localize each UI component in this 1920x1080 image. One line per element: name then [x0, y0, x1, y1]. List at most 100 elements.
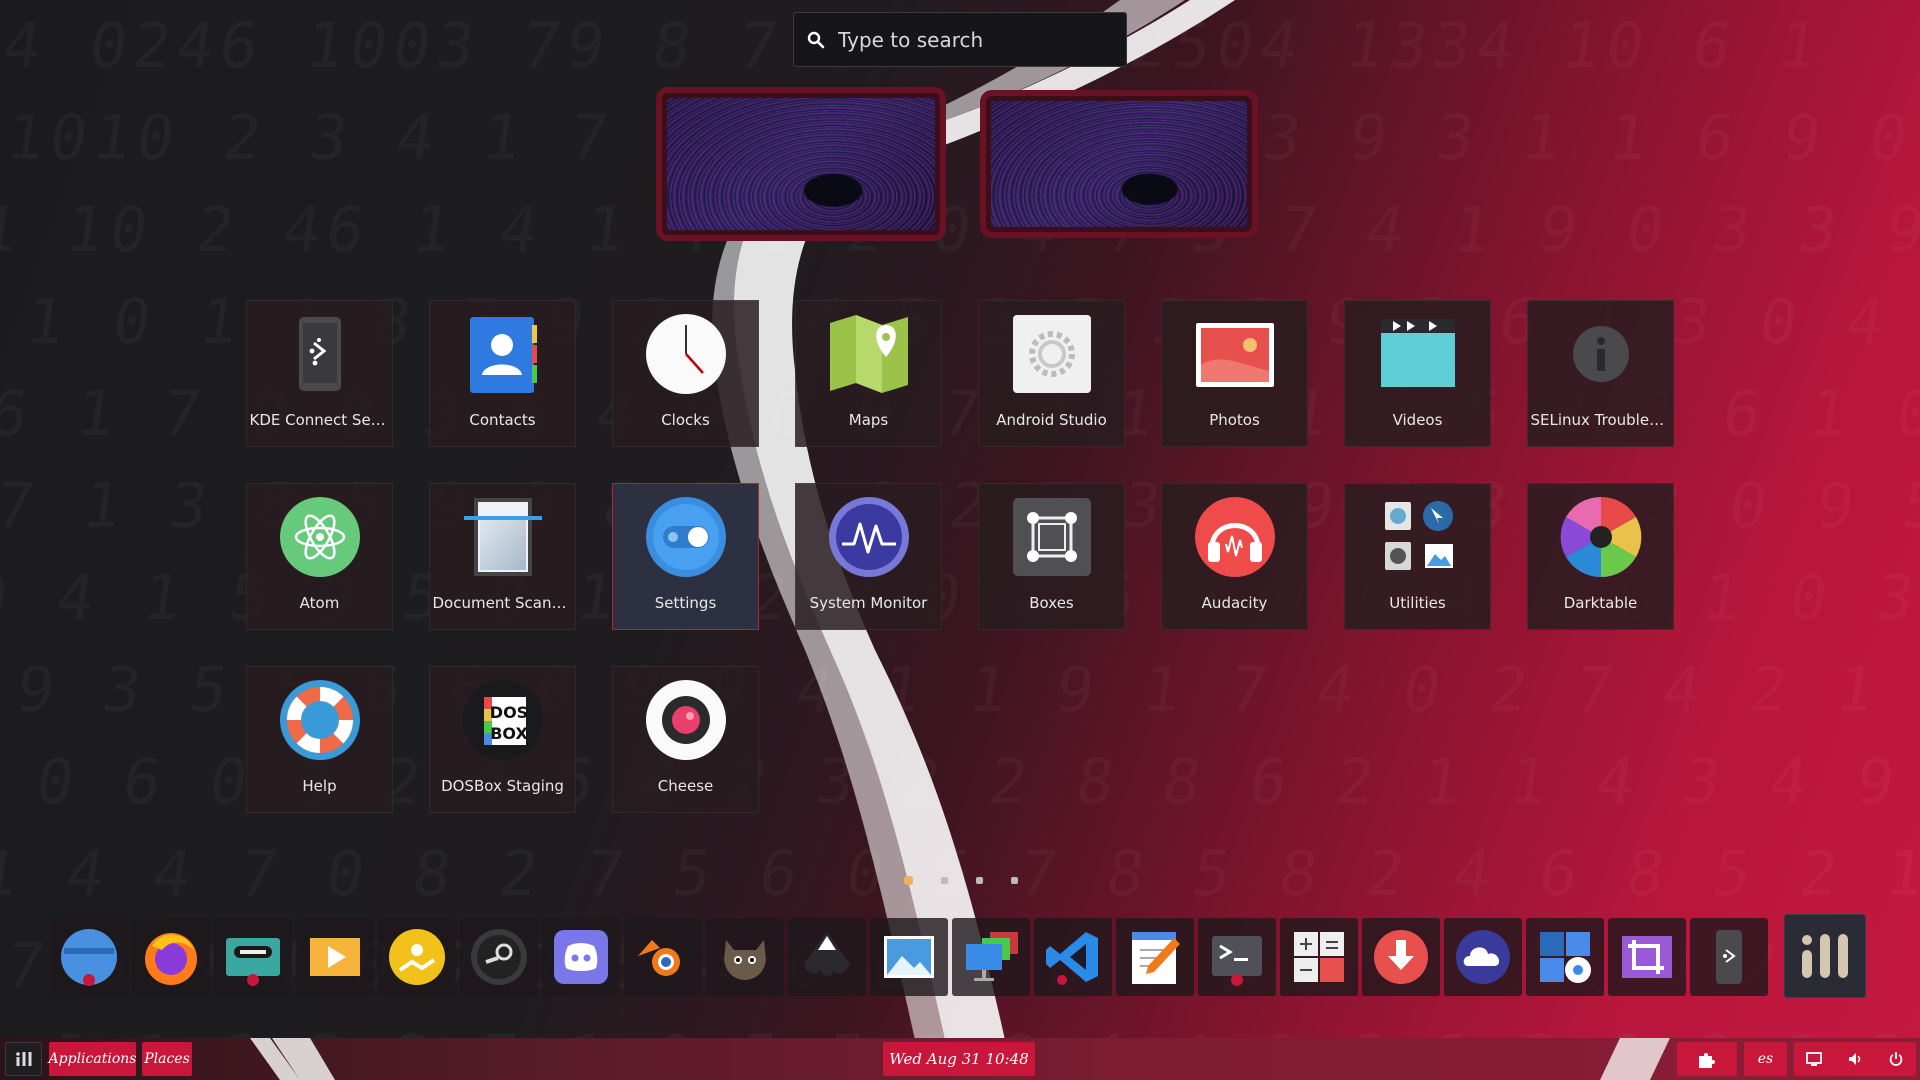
videos-icon — [1377, 313, 1459, 395]
dock-gimp[interactable] — [706, 918, 784, 996]
page-dot-4[interactable] — [1011, 877, 1018, 884]
app-boxes[interactable]: Boxes — [978, 483, 1125, 630]
software-installer-icon — [389, 929, 445, 985]
app-photos[interactable]: Photos — [1161, 300, 1308, 447]
app-label: Android Studio — [996, 411, 1107, 429]
dosbox-logo-box: BOX — [490, 724, 528, 743]
tape-recorder-icon — [226, 938, 280, 986]
dock-software-installer[interactable] — [378, 918, 456, 996]
workspace-thumbnail-1[interactable] — [656, 87, 946, 241]
dock-firefox[interactable] — [132, 918, 210, 996]
app-label: Help — [302, 777, 337, 795]
dock-remote-desktop[interactable] — [952, 918, 1030, 996]
app-darktable[interactable]: Darktable — [1527, 483, 1674, 630]
dosbox-logo-dos: DOS — [489, 703, 527, 722]
workspace-thumbnail-2[interactable] — [980, 90, 1258, 238]
taskbar-launcher-button[interactable] — [5, 1042, 42, 1076]
volume-icon — [1848, 1053, 1861, 1065]
dock-terminal[interactable] — [1198, 918, 1276, 996]
apps-grid-icon — [1802, 934, 1848, 978]
apps-grid-icon — [15, 1052, 31, 1066]
app-label: Atom — [299, 594, 340, 612]
app-label: Cheese — [657, 777, 714, 795]
show-applications-button[interactable] — [1784, 914, 1866, 998]
info-icon — [1560, 313, 1642, 395]
applications-menu-button[interactable]: Applications — [49, 1042, 136, 1076]
app-help[interactable]: Help — [246, 666, 393, 813]
search-bar[interactable] — [793, 12, 1127, 67]
maps-icon — [828, 313, 910, 395]
app-contacts[interactable]: Contacts — [429, 300, 576, 447]
power-icon — [1889, 1052, 1902, 1066]
app-system-monitor[interactable]: System Monitor — [795, 483, 942, 630]
dock-image-viewer[interactable] — [870, 918, 948, 996]
page-dot-2[interactable] — [941, 877, 948, 884]
help-lifebuoy-icon — [279, 679, 361, 761]
scanner-icon — [462, 496, 544, 578]
dock-crop-tool[interactable] — [1608, 918, 1686, 996]
app-label: KDE Connect Sett... — [249, 411, 390, 429]
dock-video-player[interactable] — [296, 918, 374, 996]
kde-connect-icon — [1716, 930, 1742, 984]
dock-weather[interactable] — [1444, 918, 1522, 996]
blender-icon — [638, 940, 680, 976]
remote-desktop-icon — [966, 932, 1018, 981]
dock-downloader[interactable] — [1362, 918, 1440, 996]
image-viewer-icon — [884, 936, 934, 978]
app-audacity[interactable]: Audacity — [1161, 483, 1308, 630]
dock-tape-recorder[interactable] — [214, 918, 292, 996]
page-dot-1[interactable] — [904, 876, 913, 885]
dock-inkscape[interactable] — [788, 918, 866, 996]
search-input[interactable] — [838, 27, 1098, 52]
app-label: Contacts — [469, 411, 536, 429]
taskbar-clock[interactable]: Wed Aug 31 10:48 — [883, 1042, 1035, 1076]
inkscape-icon — [804, 932, 850, 976]
firefox-icon — [145, 933, 197, 985]
dock-disk-utility[interactable] — [1526, 918, 1604, 996]
app-cheese[interactable]: Cheese — [612, 666, 759, 813]
app-utilities-folder[interactable]: Utilities — [1344, 483, 1491, 630]
video-player-icon — [310, 938, 360, 976]
places-menu-button[interactable]: Places — [142, 1042, 192, 1076]
dock-vscode[interactable] — [1034, 918, 1112, 996]
app-selinux-troubleshooter[interactable]: SELinux Troubles... — [1527, 300, 1674, 447]
app-label: DOSBox Staging — [441, 777, 564, 795]
app-dosbox-staging[interactable]: DOS BOX DOSBox Staging — [429, 666, 576, 813]
dock-steam[interactable] — [460, 918, 538, 996]
extensions-button[interactable] — [1677, 1042, 1737, 1076]
boxes-icon — [1011, 496, 1093, 578]
dock-text-editor[interactable] — [1116, 918, 1194, 996]
dock-blender[interactable] — [624, 918, 702, 996]
photos-icon — [1194, 313, 1276, 395]
app-videos[interactable]: Videos — [1344, 300, 1491, 447]
discord-icon — [554, 930, 608, 984]
app-kde-connect-settings[interactable]: KDE Connect Sett... — [246, 300, 393, 447]
app-label: Videos — [1392, 411, 1443, 429]
system-status-area[interactable] — [1794, 1042, 1916, 1076]
app-android-studio[interactable]: Android Studio — [978, 300, 1125, 447]
page-dot-3[interactable] — [976, 877, 983, 884]
app-atom[interactable]: Atom — [246, 483, 393, 630]
dock-kde-connect[interactable] — [1690, 918, 1768, 996]
app-label: Audacity — [1201, 594, 1268, 612]
weather-icon — [1456, 930, 1510, 984]
cheese-icon — [645, 679, 727, 761]
app-label: Document Scanner — [432, 594, 573, 612]
utilities-folder-icon — [1377, 496, 1459, 578]
dock-discord[interactable] — [542, 918, 620, 996]
app-maps[interactable]: Maps — [795, 300, 942, 447]
keyboard-layout-indicator[interactable]: es — [1744, 1042, 1787, 1076]
app-label: System Monitor — [809, 594, 928, 612]
app-settings[interactable]: Settings — [612, 483, 759, 630]
dock-calculator[interactable] — [1280, 918, 1358, 996]
dock-files[interactable] — [50, 918, 128, 996]
crop-tool-icon — [1622, 936, 1672, 978]
audacity-icon — [1194, 496, 1276, 578]
app-clocks[interactable]: Clocks — [612, 300, 759, 447]
display-icon — [1806, 1052, 1823, 1066]
app-document-scanner[interactable]: Document Scanner — [429, 483, 576, 630]
app-label: Photos — [1209, 411, 1260, 429]
app-label: Maps — [848, 411, 889, 429]
atom-icon — [279, 496, 361, 578]
android-studio-icon — [1011, 313, 1093, 395]
